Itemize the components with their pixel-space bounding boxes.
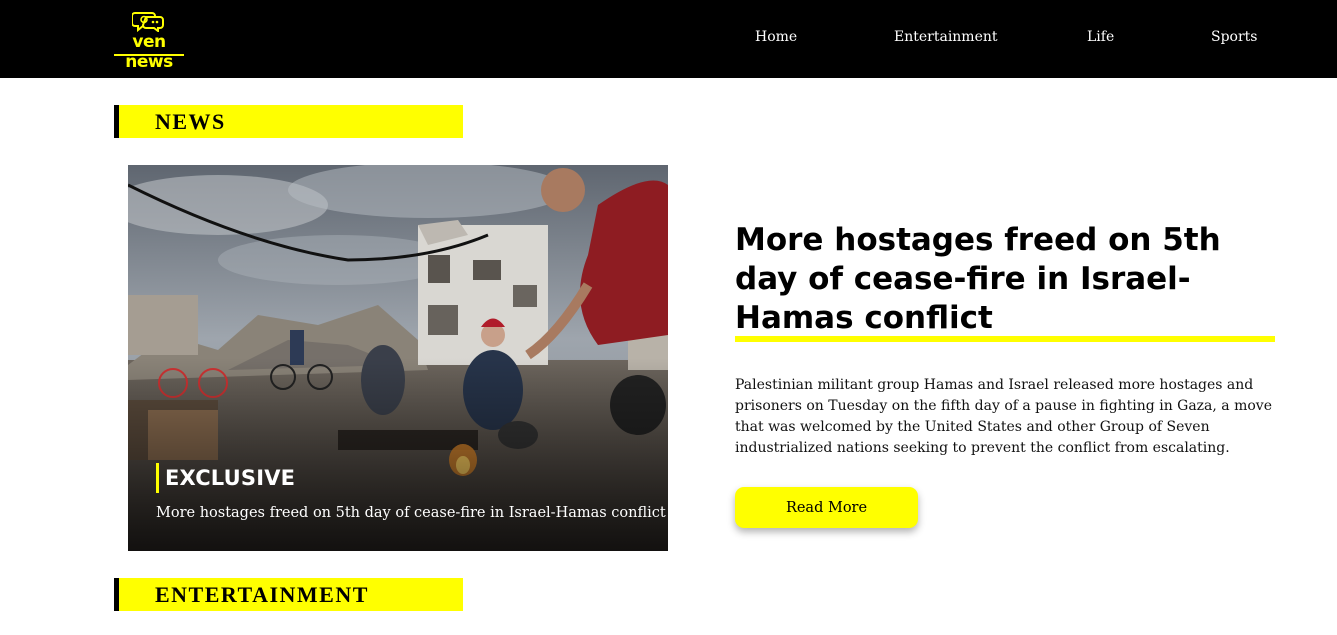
logo-text: ven news [125, 32, 173, 72]
exclusive-badge-label: EXCLUSIVE [165, 466, 296, 490]
article-headline[interactable]: More hostages freed on 5th day of cease-… [735, 221, 1255, 338]
featured-photo-illustration [128, 165, 668, 551]
news-section-title: NEWS [155, 109, 226, 134]
nav-entertainment[interactable]: Entertainment [894, 28, 998, 46]
headline-underline [735, 336, 1275, 342]
nav-life[interactable]: Life [1087, 28, 1114, 46]
header-bar: ven news Home Entertainment Life Sports [0, 0, 1337, 78]
featured-image-caption[interactable]: More hostages freed on 5th day of cease-… [156, 503, 666, 523]
nav-sports[interactable]: Sports [1211, 28, 1257, 46]
logo-underline [114, 54, 184, 56]
entertainment-section-title: ENTERTAINMENT [155, 582, 369, 607]
speech-bubbles-logo-icon [132, 12, 164, 32]
nav-home[interactable]: Home [755, 28, 797, 46]
exclusive-badge: EXCLUSIVE [156, 463, 295, 493]
site-logo[interactable]: ven news [112, 10, 186, 72]
news-section-heading: NEWS [114, 105, 463, 138]
entertainment-section-heading: ENTERTAINMENT [114, 578, 463, 611]
article-summary: Palestinian militant group Hamas and Isr… [735, 377, 1273, 456]
read-more-button[interactable]: Read More [735, 487, 918, 528]
featured-image[interactable] [128, 165, 668, 551]
